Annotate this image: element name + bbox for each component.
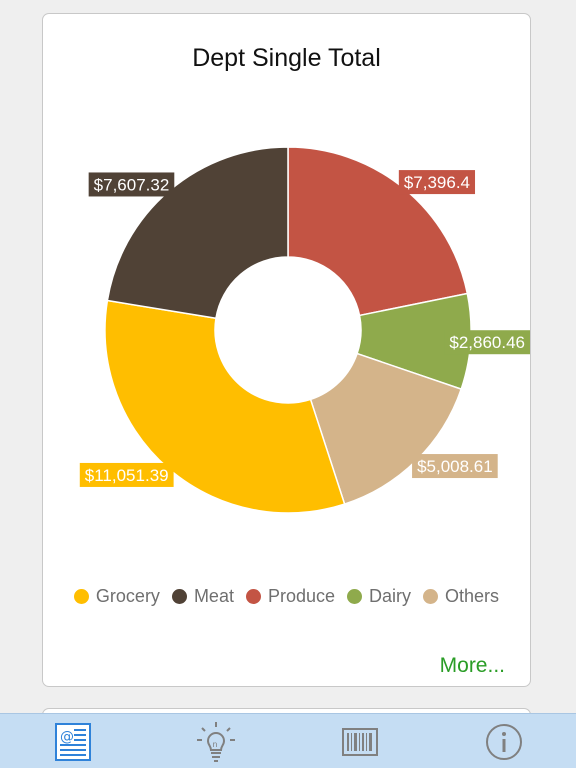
legend-dot [171,589,187,604]
data-label-produce: $7,396.4 [398,170,476,195]
legend-item-meat[interactable]: Meat [171,586,234,607]
tab-bar: @ n [0,713,576,768]
report-icon: @ [55,723,91,761]
svg-text:@: @ [60,729,74,745]
info-icon [486,724,522,760]
data-label-dairy: $2,860.46 [444,330,530,355]
app-screen: Dept Single Total $7,396.4 $2,860.46 $5,00… [0,0,576,768]
chart-card: Dept Single Total $7,396.4 $2,860.46 $5,00… [42,13,531,687]
legend-item-produce[interactable]: Produce [245,586,336,607]
donut-chart: $7,396.4 $2,860.46 $5,008.61 $11,051.39 $7,6… [79,146,530,514]
more-link[interactable]: More... [440,654,505,678]
tab-report[interactable]: @ [51,720,95,764]
legend-label: Produce [267,586,336,606]
legend-item-dairy[interactable]: Dairy [347,586,411,607]
data-label-text: $2,860.46 [449,333,525,352]
legend-label: Others [445,586,500,606]
tab-tips[interactable]: n [194,720,238,764]
legend-dot [245,589,261,604]
data-label-text: $7,607.32 [94,175,170,194]
chart-legend: Grocery Meat Produce Dairy Others [43,586,530,607]
tab-info[interactable] [482,720,526,764]
legend-dot [347,589,363,604]
svg-text:n: n [213,740,218,749]
legend-label: Meat [193,586,234,606]
data-label-text: $7,396.4 [404,173,470,192]
legend-item-grocery[interactable]: Grocery [73,586,160,607]
legend-dot [423,589,439,604]
legend-item-others[interactable]: Others [423,586,499,607]
data-label-others: $5,008.61 [412,454,498,479]
tab-barcode[interactable] [338,720,382,764]
barcode-icon [342,728,378,756]
legend-label: Dairy [369,586,412,606]
lightbulb-icon: n [197,722,235,762]
legend-dot [73,589,89,604]
data-label-text: $5,008.61 [417,457,493,476]
data-label-meat: $7,607.32 [88,172,175,197]
legend-label: Grocery [95,586,160,606]
data-label-text: $11,051.39 [85,466,169,485]
data-label-grocery: $11,051.39 [79,462,174,487]
